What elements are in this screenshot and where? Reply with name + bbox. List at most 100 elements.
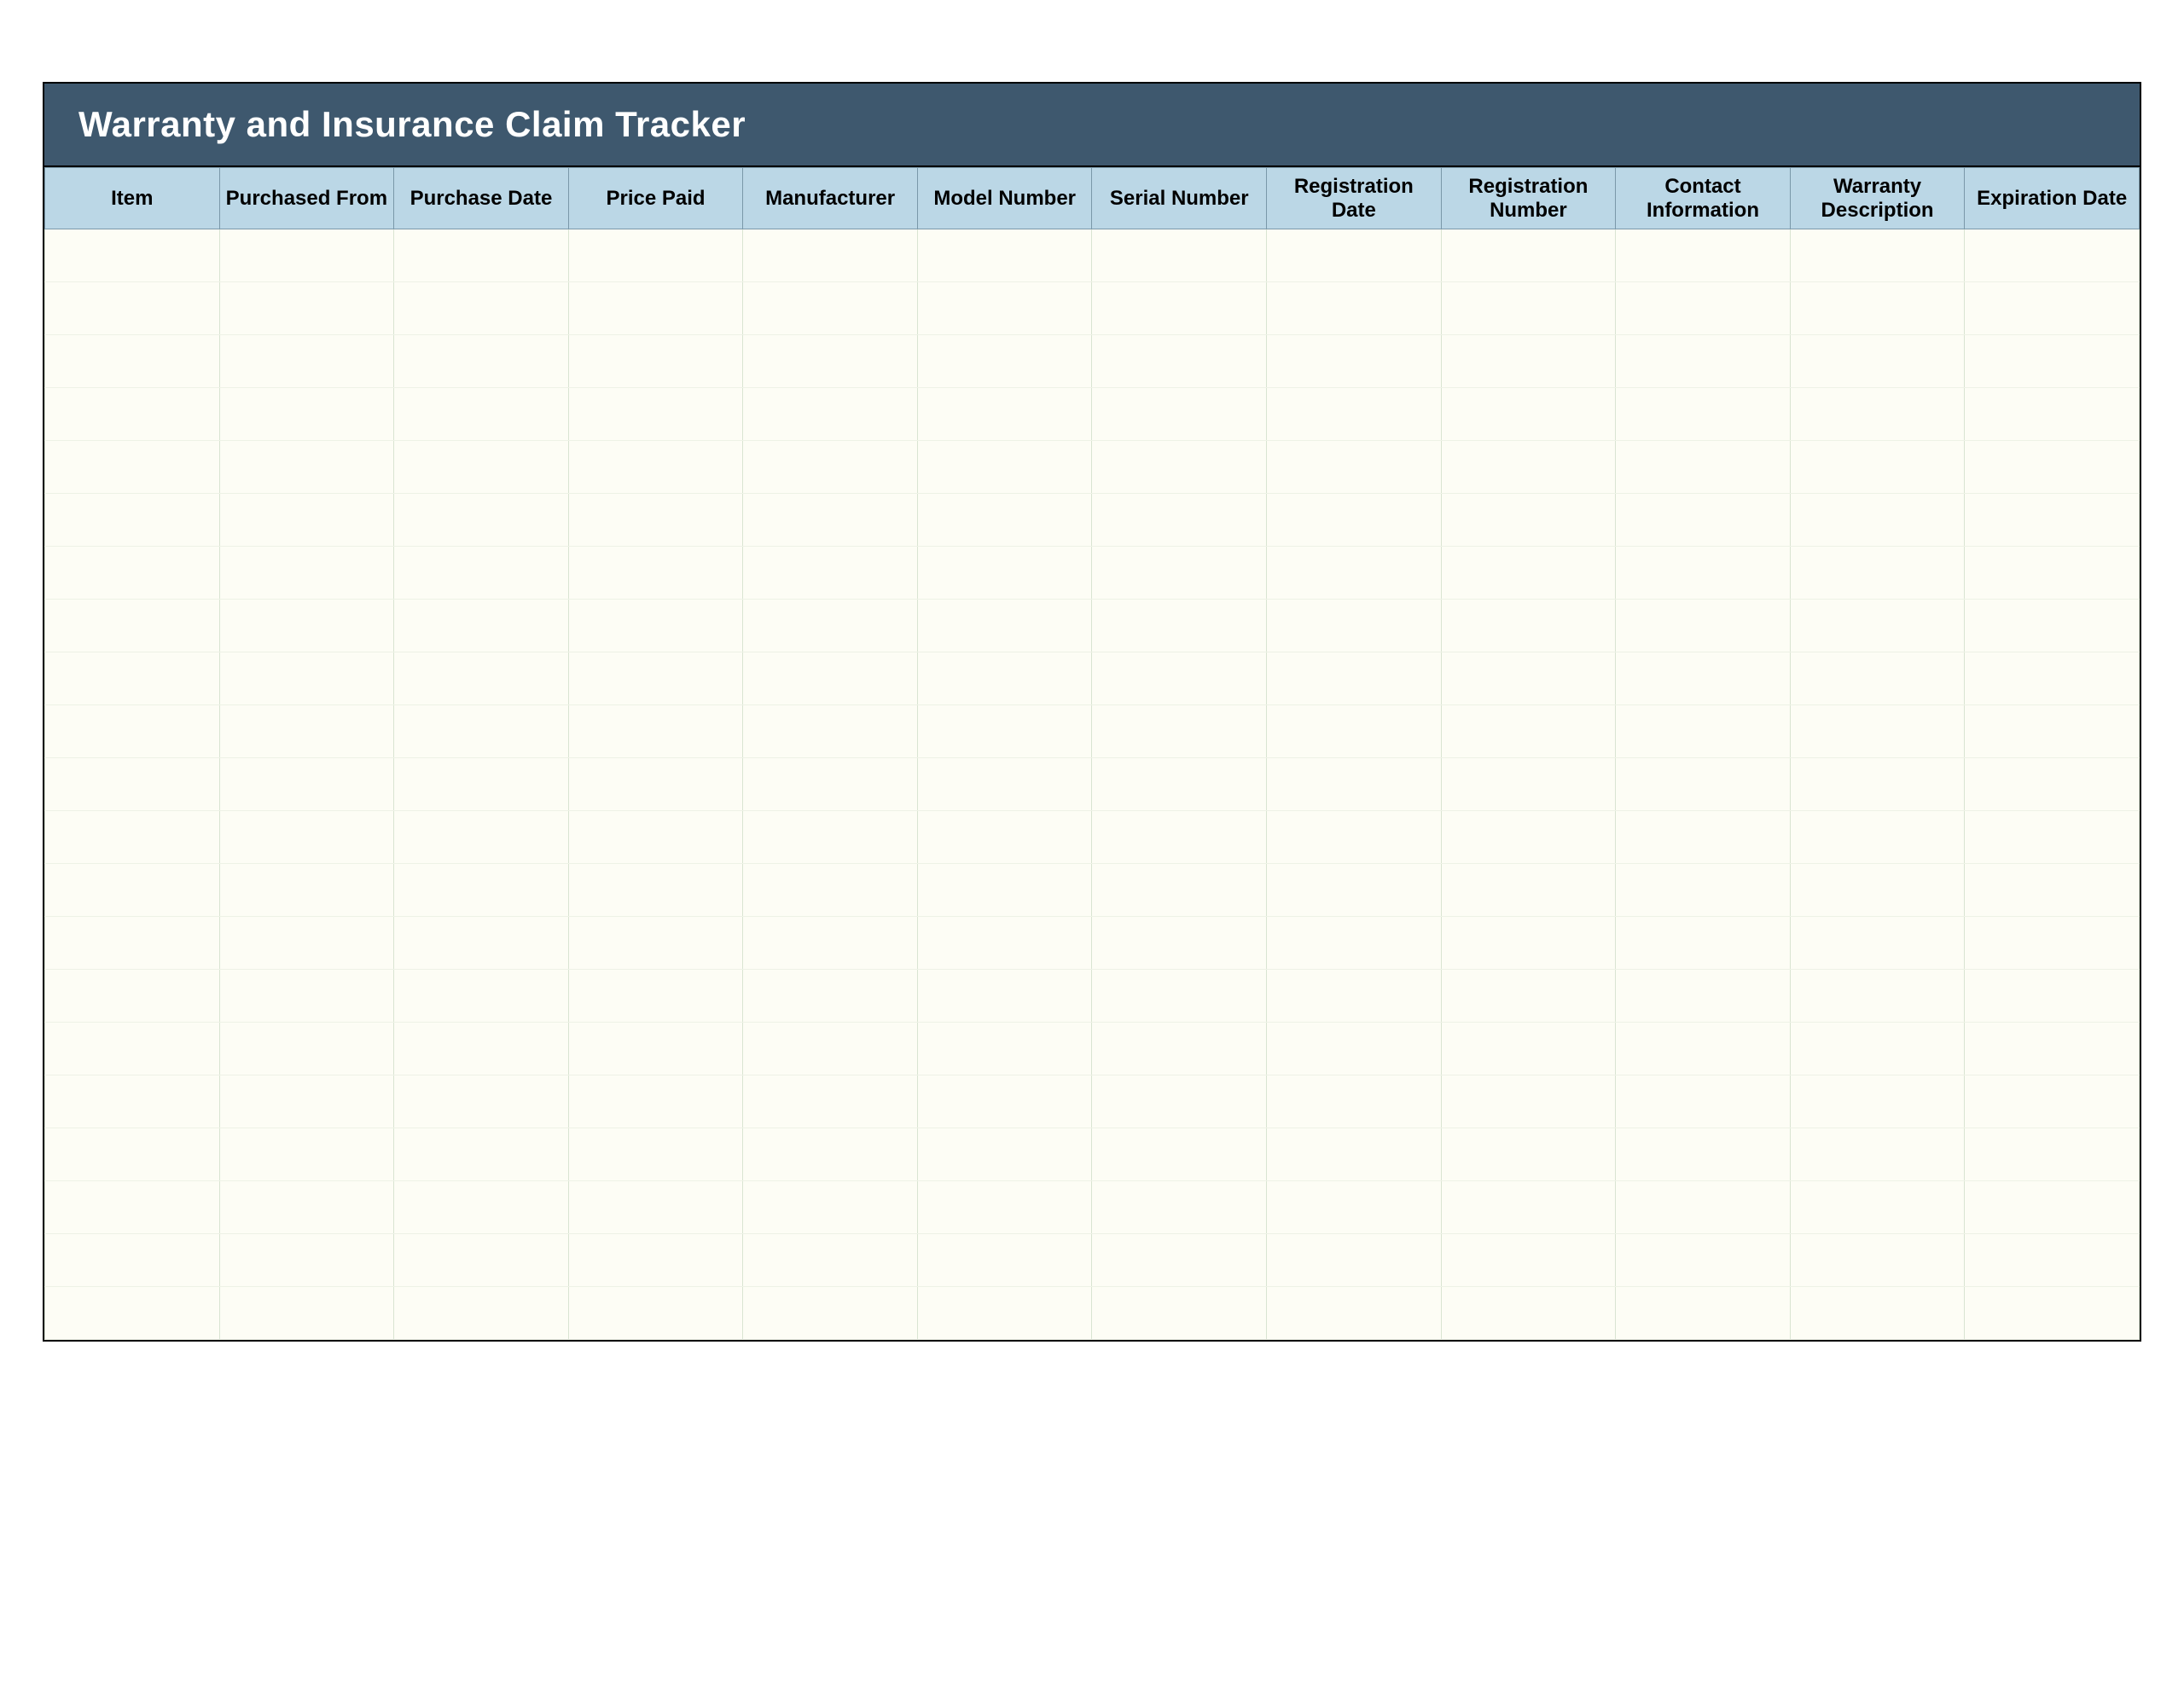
table-cell [219,1023,394,1075]
table-cell [568,441,743,494]
table-cell [917,1234,1092,1287]
table-cell [1616,705,1791,758]
table-cell [917,335,1092,388]
table-cell [1267,1128,1442,1181]
table-cell [45,864,220,917]
table-cell [45,388,220,441]
table-cell [1616,229,1791,282]
table-cell [568,705,743,758]
table-cell [743,970,918,1023]
table-cell [394,494,569,547]
table-cell [45,1234,220,1287]
table-cell [219,970,394,1023]
table-cell [1965,1287,2140,1340]
table-cell [568,335,743,388]
table-cell [743,441,918,494]
table-cell [743,600,918,652]
table-cell [1267,1234,1442,1287]
table-cell [394,1181,569,1234]
table-cell [743,1181,918,1234]
table-cell [219,811,394,864]
table-cell [45,229,220,282]
table-cell [45,705,220,758]
table-cell [1965,1075,2140,1128]
table-cell [1092,1128,1267,1181]
table-cell [1616,547,1791,600]
table-cell [917,970,1092,1023]
table-cell [45,335,220,388]
table-cell [1267,811,1442,864]
table-cell [1092,1287,1267,1340]
table-cell [1441,1128,1616,1181]
column-header: Registration Date [1267,168,1442,229]
table-cell [45,1023,220,1075]
column-header: Registration Number [1441,168,1616,229]
table-cell [394,864,569,917]
table-cell [568,811,743,864]
table-header: ItemPurchased FromPurchase DatePrice Pai… [45,168,2140,229]
table-row [45,494,2140,547]
tracker-table: ItemPurchased FromPurchase DatePrice Pai… [44,167,2140,1340]
table-cell [1965,282,2140,335]
table-cell [917,229,1092,282]
table-cell [394,970,569,1023]
table-row [45,547,2140,600]
table-cell [743,282,918,335]
table-row [45,1128,2140,1181]
table-cell [45,758,220,811]
table-cell [394,758,569,811]
table-cell [394,1128,569,1181]
table-row [45,600,2140,652]
table-cell [1092,335,1267,388]
table-cell [1790,1075,1965,1128]
table-cell [917,494,1092,547]
table-cell [1441,335,1616,388]
table-cell [219,335,394,388]
table-cell [1092,388,1267,441]
table-cell [1616,335,1791,388]
table-cell [1267,970,1442,1023]
table-cell [45,441,220,494]
table-cell [1267,229,1442,282]
table-cell [1092,652,1267,705]
table-row [45,1287,2140,1340]
table-cell [1092,1181,1267,1234]
table-cell [1616,970,1791,1023]
table-cell [1790,705,1965,758]
table-cell [1092,441,1267,494]
table-cell [917,652,1092,705]
table-cell [1965,864,2140,917]
table-cell [45,547,220,600]
table-cell [1616,917,1791,970]
table-cell [917,282,1092,335]
table-row [45,811,2140,864]
table-cell [1267,1023,1442,1075]
table-cell [219,1234,394,1287]
table-cell [1965,547,2140,600]
table-cell [1616,1181,1791,1234]
table-cell [394,705,569,758]
table-cell [568,600,743,652]
table-cell [1965,652,2140,705]
column-header: Expiration Date [1965,168,2140,229]
table-cell [1441,1023,1616,1075]
table-cell [917,705,1092,758]
table-cell [1441,758,1616,811]
table-cell [917,547,1092,600]
table-cell [1790,1234,1965,1287]
table-cell [219,917,394,970]
table-row [45,758,2140,811]
table-cell [45,970,220,1023]
table-cell [743,388,918,441]
table-row [45,1023,2140,1075]
table-cell [568,388,743,441]
table-cell [1616,600,1791,652]
table-cell [1441,229,1616,282]
table-cell [568,758,743,811]
table-cell [1441,970,1616,1023]
table-cell [1965,705,2140,758]
sheet-title: Warranty and Insurance Claim Tracker [44,84,2140,167]
table-cell [1616,864,1791,917]
table-cell [1790,388,1965,441]
table-cell [1092,705,1267,758]
